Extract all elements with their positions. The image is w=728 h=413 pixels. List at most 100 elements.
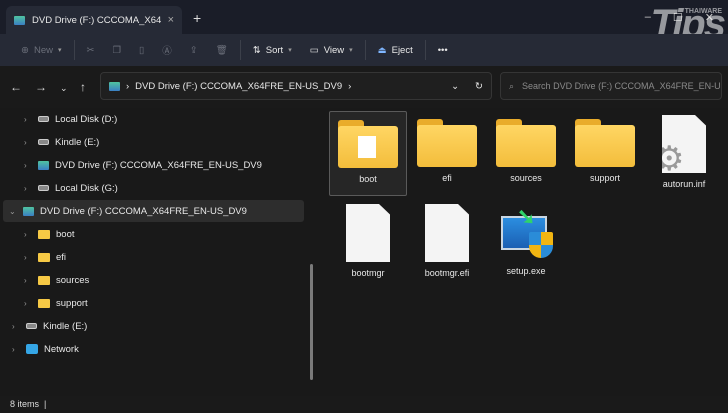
drive-icon <box>26 323 37 329</box>
chevron-right-icon[interactable]: › <box>24 161 32 170</box>
copy-button[interactable]: ❐ <box>103 38 130 62</box>
chevron-right-icon[interactable]: › <box>12 322 20 331</box>
sort-label: Sort <box>266 45 283 56</box>
sidebar-item-label: Kindle (E:) <box>43 321 87 332</box>
file-name: bootmgr.efi <box>425 268 470 278</box>
file-name: boot <box>359 174 377 184</box>
sidebar-item[interactable]: › Network <box>12 338 79 360</box>
sidebar-scrollbar[interactable] <box>310 264 313 380</box>
sidebar-item[interactable]: ›Kindle (E:) <box>24 131 99 153</box>
dvd-icon <box>38 161 49 170</box>
folder-icon <box>496 119 556 167</box>
clipboard-icon: ▯ <box>139 45 144 56</box>
refresh-icon[interactable]: ↻ <box>475 81 483 92</box>
dvd-icon <box>23 207 34 216</box>
sidebar-item-label: DVD Drive (F:) CCCOMA_X64FRE_EN-US_DV9 <box>55 160 262 171</box>
file-item[interactable]: ⚙ autorun.inf <box>645 111 723 196</box>
recent-locations-chevron-icon[interactable]: ⌄ <box>60 83 68 94</box>
chevron-right-icon[interactable]: › <box>24 299 32 308</box>
setup-icon: ➘ <box>499 206 553 260</box>
cut-button[interactable]: ✂ <box>78 38 104 62</box>
address-dropdown-icon[interactable]: ⌄ <box>451 81 459 92</box>
file-name: setup.exe <box>506 266 545 276</box>
chevron-right-icon[interactable]: › <box>12 345 20 354</box>
item-count: 8 items <box>10 399 39 409</box>
new-button[interactable]: ⊕New▾ <box>12 38 71 62</box>
file-view: boot efisources support ⚙ autorun.inf bootmgr… <box>318 108 728 396</box>
scissors-icon: ✂ <box>87 45 95 56</box>
chevron-right-icon[interactable]: › <box>24 276 32 285</box>
address-bar[interactable]: › DVD Drive (F:) CCCOMA_X64FRE_EN-US_DV9… <box>100 72 492 100</box>
drive-icon <box>38 139 49 145</box>
file-item[interactable]: bootmgr.efi <box>408 200 486 290</box>
more-options-button[interactable]: ••• <box>429 38 457 62</box>
sort-icon: ⇅ <box>253 45 261 56</box>
sort-button[interactable]: ⇅ Sort ▾ <box>244 38 301 62</box>
share-button[interactable]: ⇪ <box>181 38 207 62</box>
sidebar-item[interactable]: › Kindle (E:) <box>12 315 87 337</box>
sidebar-item-label: DVD Drive (F:) CCCOMA_X64FRE_EN-US_DV9 <box>40 206 247 217</box>
paste-button[interactable]: ▯ <box>130 38 153 62</box>
file-name: support <box>590 173 620 183</box>
chevron-right-icon: › <box>348 81 351 92</box>
copy-icon: ❐ <box>112 45 121 56</box>
view-icon: ▭ <box>310 45 319 56</box>
chevron-right-icon[interactable]: › <box>24 115 32 124</box>
sidebar-item[interactable]: ⌄ DVD Drive (F:) CCCOMA_X64FRE_EN-US_DV9 <box>3 200 304 222</box>
sidebar-item[interactable]: › support <box>24 292 88 314</box>
tab-title: DVD Drive (F:) CCCOMA_X64F <box>32 15 161 26</box>
status-bar: 8 items | <box>0 396 728 413</box>
sidebar-item-label: boot <box>56 229 75 240</box>
chevron-right-icon[interactable]: › <box>24 138 32 147</box>
chevron-down-icon[interactable]: ⌄ <box>9 207 17 216</box>
file-name: bootmgr <box>351 268 384 278</box>
new-label: New <box>34 45 53 56</box>
eject-label: Eject <box>392 45 413 56</box>
tab-bar: DVD Drive (F:) CCCOMA_X64F × + – ☐ ✕ Tip… <box>0 0 728 34</box>
settings-file-icon: ⚙ <box>662 115 706 173</box>
folder-icon <box>38 230 50 239</box>
file-item[interactable]: boot <box>329 111 407 196</box>
breadcrumb-dvd-drive[interactable]: DVD Drive (F:) CCCOMA_X64FRE_EN-US_DV9 <box>135 81 342 92</box>
trash-icon: 🗑 <box>216 45 228 56</box>
forward-arrow-icon[interactable]: → <box>35 80 47 94</box>
search-box[interactable]: ⌕ Search DVD Drive (F:) CCCOMA_X64FRE_EN… <box>500 72 722 100</box>
folder-icon <box>338 120 398 168</box>
view-button[interactable]: ▭ View ▾ <box>301 38 362 62</box>
sidebar-item-label: support <box>56 298 88 309</box>
sidebar-item[interactable]: ›efi <box>24 246 66 268</box>
file-item[interactable]: sources <box>487 111 565 196</box>
sidebar-item[interactable]: ›Local Disk (D:) <box>24 108 117 130</box>
file-item[interactable]: bootmgr <box>329 200 407 290</box>
chevron-right-icon[interactable]: › <box>24 184 32 193</box>
divider <box>240 40 241 60</box>
folder-icon <box>575 119 635 167</box>
divider <box>425 40 426 60</box>
file-icon <box>346 204 390 262</box>
chevron-down-icon: ▾ <box>349 46 353 54</box>
chevron-right-icon[interactable]: › <box>24 253 32 262</box>
file-item[interactable]: ➘ setup.exe <box>487 200 565 290</box>
divider <box>74 40 75 60</box>
search-input[interactable]: Search DVD Drive (F:) CCCOMA_X64FRE_EN-U… <box>522 81 722 91</box>
up-arrow-icon[interactable]: ↑ <box>80 80 86 94</box>
file-item[interactable]: support <box>566 111 644 196</box>
sidebar-item-label: Network <box>44 344 79 355</box>
sidebar-item[interactable]: › boot <box>24 223 75 245</box>
chevron-down-icon: ▾ <box>288 46 292 54</box>
sidebar-item[interactable]: › DVD Drive (F:) CCCOMA_X64FRE_EN-US_DV9 <box>24 154 262 176</box>
close-tab-icon[interactable]: × <box>168 14 174 26</box>
search-icon: ⌕ <box>509 81 514 92</box>
eject-button[interactable]: ⏏Eject <box>369 38 422 62</box>
chevron-right-icon[interactable]: › <box>24 230 32 239</box>
rename-button[interactable]: Ⓐ <box>153 38 181 62</box>
tab-dvd-drive[interactable]: DVD Drive (F:) CCCOMA_X64F × <box>6 6 182 34</box>
file-item[interactable]: efi <box>408 111 486 196</box>
file-name: autorun.inf <box>663 179 706 189</box>
new-tab-button[interactable]: + <box>193 10 201 26</box>
view-label: View <box>324 45 344 56</box>
sidebar-item[interactable]: ›Local Disk (G:) <box>24 177 118 199</box>
back-arrow-icon[interactable]: ← <box>10 80 22 94</box>
delete-button[interactable]: 🗑 <box>207 38 237 62</box>
sidebar-item[interactable]: ›sources <box>24 269 89 291</box>
